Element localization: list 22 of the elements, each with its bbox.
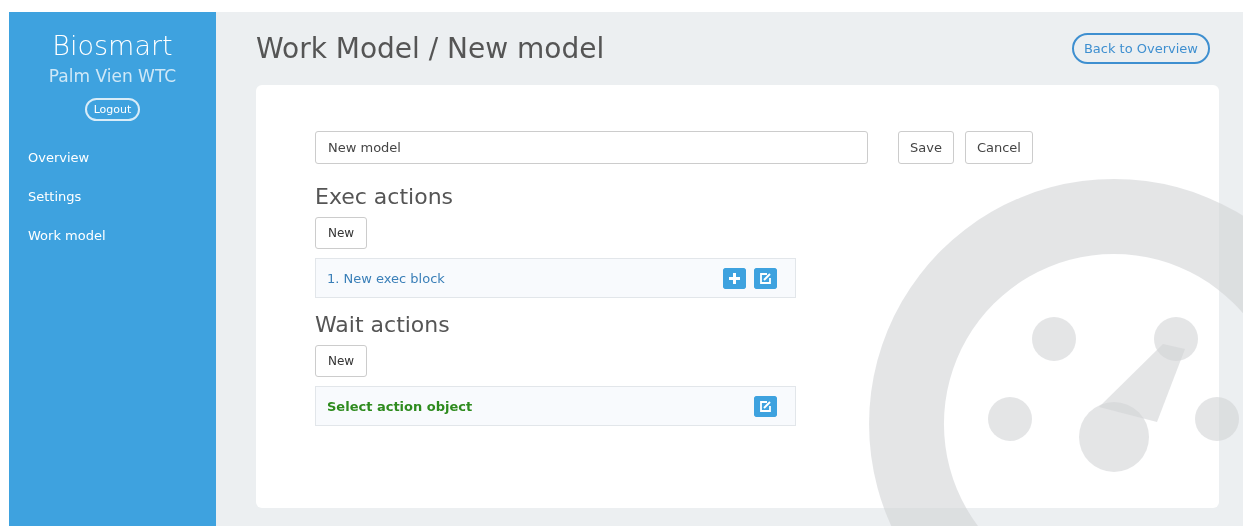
- nav-link[interactable]: Work model: [28, 227, 216, 244]
- model-name-field[interactable]: New model: [315, 131, 868, 164]
- action-label: 1. New exec block: [327, 270, 446, 286]
- edit-icon[interactable]: [754, 395, 777, 417]
- add-icon[interactable]: [723, 267, 746, 289]
- action-row[interactable]: 1. New exec block: [315, 258, 796, 298]
- new-button[interactable]: New: [315, 217, 368, 249]
- new-button[interactable]: New: [315, 345, 368, 377]
- cancel-button[interactable]: Cancel: [964, 131, 1033, 164]
- logout-button[interactable]: Logout: [84, 98, 141, 121]
- page-title: Work Model / New model: [256, 32, 605, 65]
- save-button[interactable]: Save: [898, 131, 954, 164]
- action-label: Select action object: [327, 398, 474, 414]
- site-name: Palm Vien WTC: [47, 66, 178, 86]
- nav-link[interactable]: Settings: [28, 188, 216, 205]
- nav-link[interactable]: Overview: [28, 149, 216, 166]
- brand-title: Biosmart: [51, 30, 174, 62]
- edit-icon[interactable]: [754, 267, 777, 289]
- back-button[interactable]: Back to Overview: [1071, 33, 1210, 64]
- section-heading: Exec actions: [315, 184, 455, 209]
- section-heading: Wait actions: [315, 312, 451, 337]
- action-row[interactable]: Select action object: [315, 386, 796, 426]
